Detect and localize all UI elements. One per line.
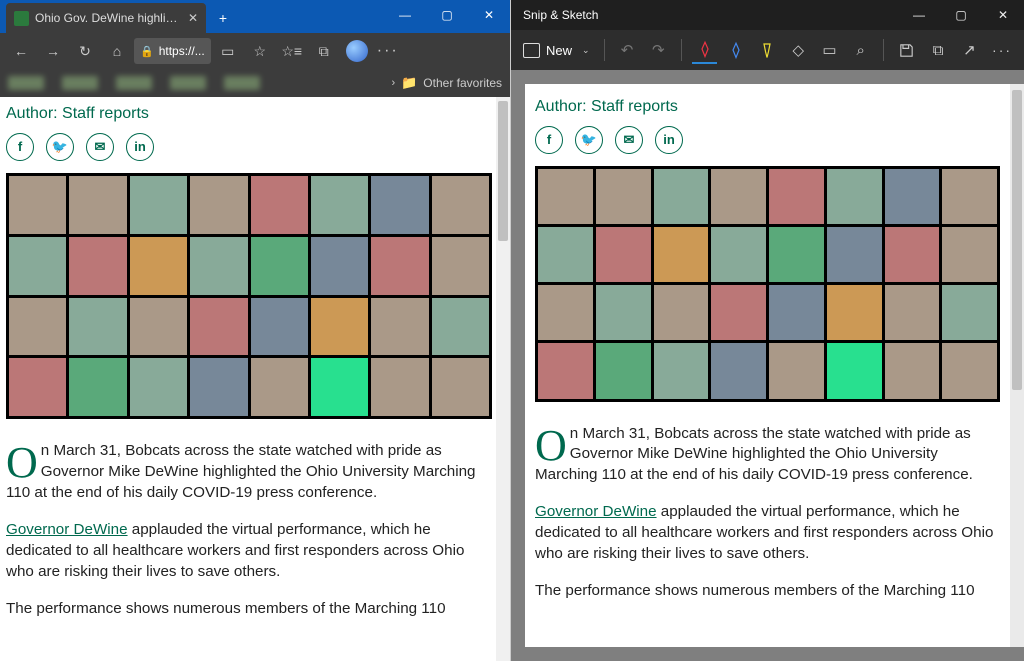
copy-button[interactable]: ⧉ (926, 36, 951, 64)
separator (681, 39, 682, 61)
new-tab-button[interactable]: + (210, 5, 236, 31)
share-button[interactable]: ↗ (957, 36, 982, 64)
back-button[interactable]: ← (6, 36, 36, 66)
favorite-star-button[interactable]: ☆ (245, 36, 275, 66)
share-bar: f 🐦 ✉ in (535, 126, 1000, 154)
more-menu-button[interactable]: ··· (988, 42, 1016, 58)
chevron-down-icon[interactable]: ⌄ (582, 45, 590, 56)
lock-icon: 🔒 (140, 45, 154, 58)
favorites-bar: › 📁 Other favorites (0, 69, 510, 97)
close-window-button[interactable]: ✕ (982, 0, 1024, 30)
forward-button[interactable]: → (38, 36, 68, 66)
vertical-scrollbar[interactable] (1010, 84, 1024, 647)
new-snip-button[interactable]: New ⌄ (519, 41, 594, 60)
snip-canvas-area: Author: Staff reports f 🐦 ✉ in On March … (511, 70, 1024, 661)
ballpoint-pen-tool[interactable] (692, 36, 717, 64)
minimize-button[interactable]: — (898, 0, 940, 30)
share-email-icon[interactable]: ✉ (86, 133, 114, 161)
article-paragraph-2: Governor DeWine applauded the virtual pe… (535, 502, 1000, 565)
window-controls: — ▢ ✕ (898, 0, 1024, 30)
share-facebook-icon[interactable]: f (6, 133, 34, 161)
governor-link: Governor DeWine (535, 503, 657, 520)
governor-link[interactable]: Governor DeWine (6, 521, 128, 538)
edge-browser-window: Ohio Gov. DeWine highlights OH… ✕ + — ▢ … (0, 0, 510, 661)
share-linkedin-icon[interactable]: in (126, 133, 154, 161)
browser-tab[interactable]: Ohio Gov. DeWine highlights OH… ✕ (6, 3, 206, 33)
share-email-icon: ✉ (615, 126, 643, 154)
window-controls: — ▢ ✕ (384, 0, 510, 30)
profile-button[interactable] (341, 36, 371, 66)
snip-and-sketch-window: Snip & Sketch — ▢ ✕ New ⌄ ↶ ↷ ◇ ▭ ⌕ ⧉ ↗ … (511, 0, 1024, 661)
save-button[interactable] (894, 36, 919, 64)
blurred-favorites (8, 76, 260, 90)
globe-icon (346, 40, 368, 62)
article-paragraph-1: On March 31, Bobcats across the state wa… (535, 424, 1000, 487)
crop-tool[interactable]: ⌕ (848, 36, 873, 64)
scrollbar-thumb[interactable] (498, 101, 508, 241)
author-line: Author: Staff reports (6, 103, 492, 125)
author-line: Author: Staff reports (535, 96, 1000, 118)
share-twitter-icon[interactable]: 🐦 (46, 133, 74, 161)
undo-button[interactable]: ↶ (614, 36, 639, 64)
favorites-hub-button[interactable]: ☆≡ (277, 36, 307, 66)
new-label: New (546, 43, 572, 58)
eraser-tool[interactable]: ◇ (786, 36, 811, 64)
share-facebook-icon: f (535, 126, 563, 154)
article-paragraph-3: The performance shows numerous members o… (6, 599, 492, 620)
ruler-tool[interactable]: ▭ (817, 36, 842, 64)
snip-titlebar: Snip & Sketch — ▢ ✕ (511, 0, 1024, 30)
page-viewport: Author: Staff reports f 🐦 ✉ in On March … (0, 97, 510, 661)
address-bar[interactable]: 🔒 https://... (134, 38, 211, 64)
close-window-button[interactable]: ✕ (468, 0, 510, 30)
separator (883, 39, 884, 61)
highlighter-tool[interactable] (754, 36, 779, 64)
article-paragraph-2: Governor DeWine applauded the virtual pe… (6, 520, 492, 583)
article: Author: Staff reports f 🐦 ✉ in On March … (6, 103, 492, 620)
share-bar: f 🐦 ✉ in (6, 133, 492, 161)
refresh-button[interactable]: ↻ (70, 36, 100, 66)
page-inner[interactable]: Author: Staff reports f 🐦 ✉ in On March … (0, 97, 496, 661)
snip-toolbar: New ⌄ ↶ ↷ ◇ ▭ ⌕ ⧉ ↗ ··· (511, 30, 1024, 70)
close-tab-icon[interactable]: ✕ (188, 11, 198, 25)
scrollbar-thumb[interactable] (1012, 90, 1022, 390)
share-twitter-icon: 🐦 (575, 126, 603, 154)
article-hero-image (6, 173, 492, 419)
edge-tab-strip: Ohio Gov. DeWine highlights OH… ✕ + — ▢ … (0, 0, 510, 33)
redo-button[interactable]: ↷ (646, 36, 671, 64)
reader-mode-button[interactable]: ▭ (213, 36, 243, 66)
snip-icon (523, 43, 540, 58)
home-button[interactable]: ⌂ (102, 36, 132, 66)
article-hero-image (535, 166, 1000, 401)
tab-title: Ohio Gov. DeWine highlights OH… (35, 11, 182, 25)
url-text: https://... (159, 44, 205, 58)
other-favorites-link[interactable]: Other favorites (423, 76, 502, 90)
separator (604, 39, 605, 61)
pencil-tool[interactable] (723, 36, 748, 64)
vertical-scrollbar[interactable] (496, 97, 510, 661)
app-title: Snip & Sketch (523, 8, 598, 22)
share-linkedin-icon: in (655, 126, 683, 154)
minimize-button[interactable]: — (384, 0, 426, 30)
captured-snip[interactable]: Author: Staff reports f 🐦 ✉ in On March … (525, 84, 1024, 647)
maximize-button[interactable]: ▢ (426, 0, 468, 30)
article-paragraph-3: The performance shows numerous members o… (535, 581, 1000, 602)
folder-icon: 📁 (401, 75, 417, 91)
maximize-button[interactable]: ▢ (940, 0, 982, 30)
edge-toolbar: ← → ↻ ⌂ 🔒 https://... ▭ ☆ ☆≡ ⧉ ··· (0, 33, 510, 69)
collections-button[interactable]: ⧉ (309, 36, 339, 66)
article: Author: Staff reports f 🐦 ✉ in On March … (535, 96, 1000, 602)
tab-favicon (14, 11, 29, 26)
more-menu-button[interactable]: ··· (373, 42, 403, 60)
article-paragraph-1: On March 31, Bobcats across the state wa… (6, 441, 492, 504)
chevron-right-icon[interactable]: › (391, 77, 395, 89)
